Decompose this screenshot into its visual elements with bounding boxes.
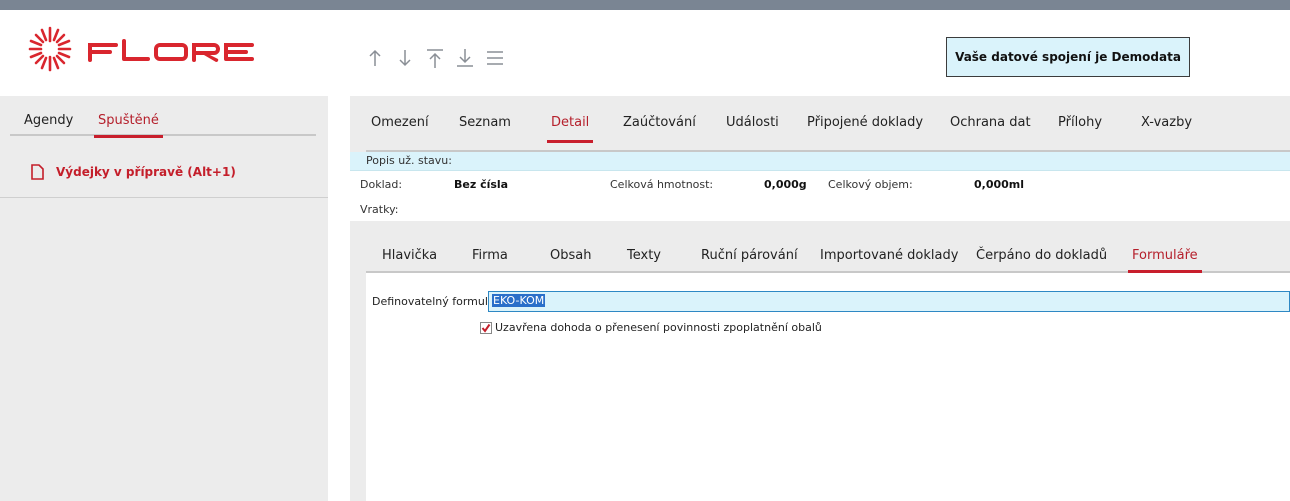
subtab-rucni-parovani[interactable]: Ruční párování xyxy=(701,248,798,263)
sub-tabs: Hlavička Firma Obsah Texty Ruční párován… xyxy=(366,221,1290,273)
sidebar: Agendy Spuštěné Výdejky v přípravě (Alt+… xyxy=(0,96,328,501)
sidebar-tab-spustene[interactable]: Spuštěné xyxy=(94,113,163,138)
tab-seznam[interactable]: Seznam xyxy=(459,115,511,130)
tab-ochrana-dat[interactable]: Ochrana dat xyxy=(950,115,1031,130)
arrow-up-icon[interactable] xyxy=(360,46,390,70)
document-info: Doklad: Bez čísla Celková hmotnost: 0,00… xyxy=(350,171,1290,221)
packaging-agreement-checkbox[interactable] xyxy=(480,321,492,334)
hmotnost-value: 0,000g xyxy=(764,178,807,191)
panel-splitter[interactable] xyxy=(328,96,350,501)
hmotnost-label: Celková hmotnost: xyxy=(610,178,714,191)
document-icon xyxy=(31,164,44,180)
subtab-importovane-doklady[interactable]: Importované doklady xyxy=(820,248,958,263)
data-connection-box[interactable]: Vaše datové spojení je Demodata xyxy=(946,37,1190,77)
doklad-value: Bez čísla xyxy=(454,178,509,191)
app-header: Vaše datové spojení je Demodata xyxy=(0,10,1290,96)
subtab-hlavicka[interactable]: Hlavička xyxy=(382,248,437,263)
flores-logo xyxy=(28,26,254,72)
tab-udalosti[interactable]: Události xyxy=(726,115,779,130)
tab-pripojene-doklady[interactable]: Připojené doklady xyxy=(807,115,923,130)
forms-panel: Definovatelný formulář: EKO-KOM Uzavřena… xyxy=(366,275,1290,501)
tab-omezeni[interactable]: Omezení xyxy=(371,115,429,130)
checkmark-icon xyxy=(481,323,491,333)
menu-icon[interactable] xyxy=(480,46,510,70)
status-description-row: Popis už. stavu: xyxy=(350,152,1290,171)
definable-form-input[interactable]: EKO-KOM xyxy=(488,291,1290,312)
arrow-to-top-icon[interactable] xyxy=(420,46,450,70)
packaging-agreement-checkbox-row[interactable]: Uzavřena dohoda o přenesení povinnosti z… xyxy=(480,321,822,334)
tab-zauctovani[interactable]: Zaúčtování xyxy=(623,115,696,130)
subtab-obsah[interactable]: Obsah xyxy=(550,248,591,263)
sidebar-tab-agendy[interactable]: Agendy xyxy=(24,113,73,128)
arrow-down-icon[interactable] xyxy=(390,46,420,70)
packaging-agreement-label: Uzavřena dohoda o přenesení povinnosti z… xyxy=(495,321,822,334)
sidebar-tabs: Agendy Spuštěné xyxy=(10,96,316,138)
doklad-label: Doklad: xyxy=(360,178,403,191)
definable-form-label: Definovatelný formulář: xyxy=(372,295,503,308)
definable-form-value: EKO-KOM xyxy=(492,294,546,307)
status-description-label: Popis už. stavu: xyxy=(366,154,452,167)
running-agenda-item[interactable]: Výdejky v přípravě (Alt+1) xyxy=(0,158,328,198)
arrow-to-bottom-icon[interactable] xyxy=(450,46,480,70)
objem-value: 0,000ml xyxy=(974,178,1025,191)
running-agenda-label: Výdejky v přípravě (Alt+1) xyxy=(56,165,236,179)
main-tabs: Omezení Seznam Detail Zaúčtování Událost… xyxy=(366,96,1290,152)
tab-detail[interactable]: Detail xyxy=(546,115,594,143)
record-navigation xyxy=(360,46,510,70)
tab-x-vazby[interactable]: X-vazby xyxy=(1141,115,1192,130)
data-connection-text: Vaše datové spojení je Demodata xyxy=(955,50,1181,64)
vratky-label: Vratky: xyxy=(360,203,399,216)
subtab-firma[interactable]: Firma xyxy=(472,248,508,263)
subtab-texty[interactable]: Texty xyxy=(627,248,661,263)
window-top-bar xyxy=(0,0,1290,10)
objem-label: Celkový objem: xyxy=(828,178,913,191)
subtab-cerpano-do-dokladu[interactable]: Čerpáno do dokladů xyxy=(976,248,1107,263)
tab-prilohy[interactable]: Přílohy xyxy=(1058,115,1102,130)
subtab-formulare[interactable]: Formuláře xyxy=(1128,248,1202,273)
